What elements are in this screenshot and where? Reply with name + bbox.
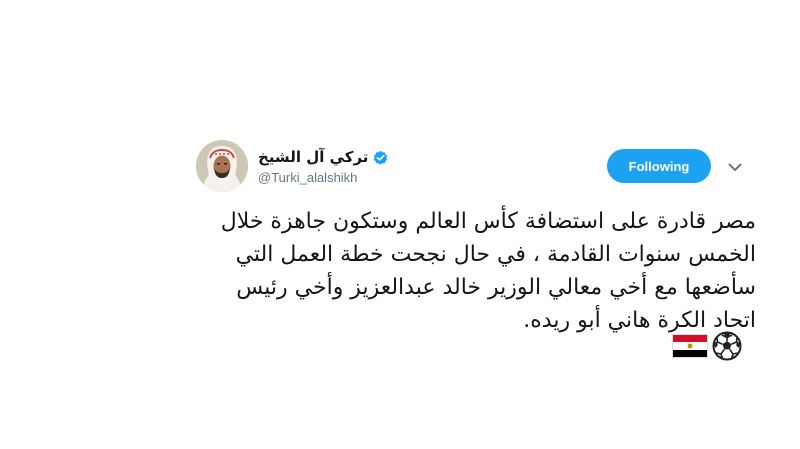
tweet-text-line: سأضعها مع أخي معالي الوزير خالد عبدالعزي… — [236, 275, 756, 300]
tweet-text-line: مصر قادرة على استضافة كأس العالم وستكون … — [220, 209, 756, 234]
tweet-text-line: الخمس سنوات القادمة ، في حال نجحت خطة ال… — [235, 242, 756, 267]
author-handle[interactable]: @Turki_alalshikh — [258, 170, 357, 185]
following-button[interactable]: Following — [607, 149, 711, 183]
verified-badge-icon — [372, 149, 389, 166]
tweet-menu-button[interactable] — [724, 158, 746, 176]
chevron-down-icon — [728, 163, 742, 171]
author-avatar[interactable] — [196, 140, 248, 192]
user-avatar-icon — [196, 140, 248, 192]
author-name-row[interactable]: تركي آل الشيخ — [258, 146, 389, 168]
tweet-text: مصر قادرة على استضافة كأس العالم وستكون … — [196, 205, 756, 337]
soccer-ball-icon — [712, 331, 742, 361]
tweet-emojis — [672, 331, 742, 361]
egypt-flag-icon — [672, 334, 708, 358]
author-display-name[interactable]: تركي آل الشيخ — [258, 148, 368, 166]
tweet-card: تركي آل الشيخ @Turki_alalshikh Following… — [0, 0, 800, 449]
